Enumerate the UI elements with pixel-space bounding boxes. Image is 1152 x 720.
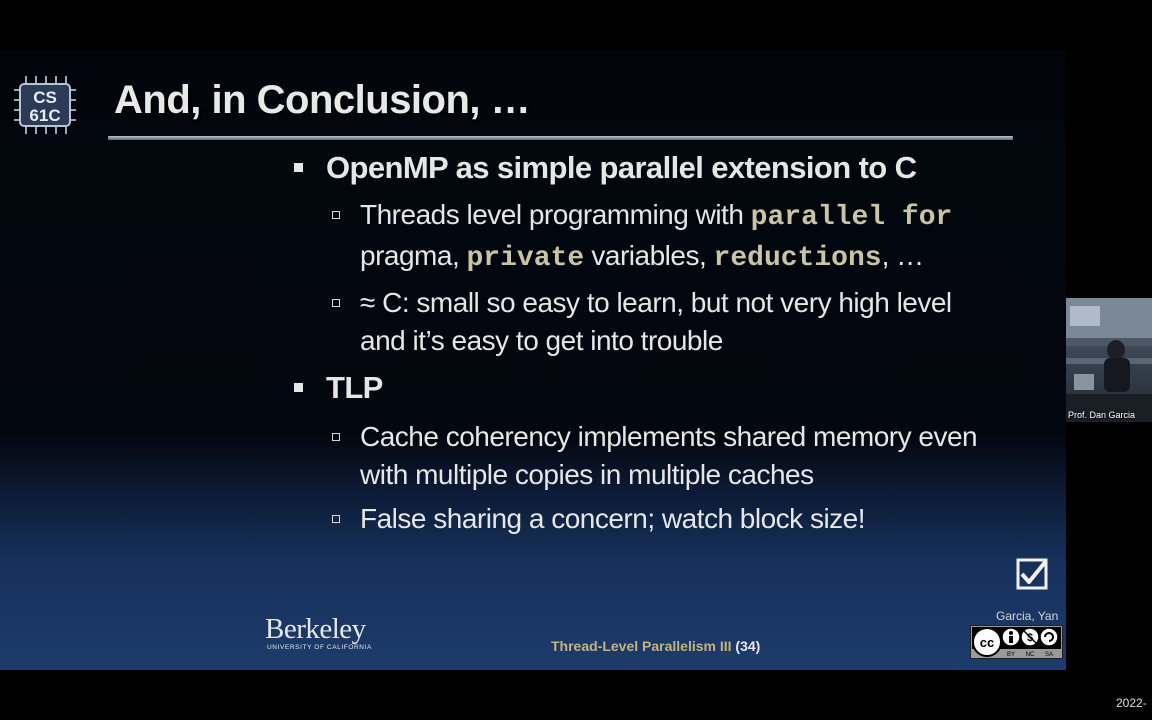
- berkeley-logo: Berkeley UNIVERSITY OF CALIFORNIA: [265, 613, 372, 652]
- logo-text-61c: 61C: [29, 106, 60, 125]
- svg-text:cc: cc: [980, 635, 994, 650]
- creative-commons-by-nc-sa-icon: cc $ BY NC SA: [970, 625, 1063, 659]
- slide-footer: Thread-Level Parallelism III (34): [551, 638, 760, 654]
- subbullet-false-sharing: False sharing a concern; watch block siz…: [330, 500, 1030, 538]
- lecture-slide: CS 61C And, in Conclusion, … OpenMP as s…: [0, 50, 1066, 670]
- square-bullet-icon: [294, 383, 303, 392]
- cc-label-by: BY: [1007, 652, 1015, 658]
- timestamp: 2022-: [1116, 696, 1147, 710]
- false-sharing-text: False sharing a concern; watch block siz…: [360, 503, 866, 534]
- slide-content: OpenMP as simple parallel extension to C…: [290, 148, 1030, 538]
- berkeley-subtitle: UNIVERSITY OF CALIFORNIA: [267, 644, 372, 651]
- webcam-name-label: Prof. Dan Garcia: [1068, 410, 1136, 420]
- berkeley-wordmark: Berkeley: [265, 613, 366, 645]
- cs61c-chip-logo: CS 61C: [14, 76, 76, 134]
- cache-coherency-text: Cache coherency implements shared memory…: [360, 421, 978, 490]
- code-parallel-for: parallel for: [750, 202, 953, 233]
- slide-authors: Garcia, Yan: [996, 609, 1059, 623]
- threads-text-1: Threads level programming with: [360, 199, 751, 230]
- webcam-inset: Prof. Dan Garcia: [1066, 298, 1152, 422]
- threads-text-2: pragma,: [360, 240, 467, 271]
- threads-text-4: , …: [881, 240, 925, 271]
- code-reductions: reductions: [713, 243, 882, 274]
- webcam-scene: [1066, 298, 1152, 422]
- slide-title: And, in Conclusion, …: [114, 78, 531, 122]
- subbullet-threads: Threads level programming with parallel …: [330, 196, 960, 278]
- hollow-square-bullet-icon: [332, 211, 340, 219]
- code-private: private: [466, 243, 585, 274]
- hollow-square-bullet-icon: [332, 433, 340, 441]
- square-bullet-icon: [294, 163, 303, 172]
- footer-slide-number: (34): [735, 638, 761, 654]
- logo-text-cs: CS: [33, 88, 57, 107]
- subbullet-cache-coherency: Cache coherency implements shared memory…: [330, 418, 1000, 494]
- threads-text-3: variables,: [584, 240, 714, 271]
- approx-c-text: ≈ C: small so easy to learn, but not ver…: [360, 287, 952, 356]
- video-frame: CS 61C And, in Conclusion, … OpenMP as s…: [0, 0, 1152, 720]
- checkbox-checked-icon: [1016, 558, 1048, 590]
- hollow-square-bullet-icon: [332, 299, 340, 307]
- bullet-openmp: OpenMP as simple parallel extension to C: [290, 148, 1030, 188]
- title-underline: [108, 136, 1013, 140]
- subbullet-approx-c: ≈ C: small so easy to learn, but not ver…: [330, 284, 980, 360]
- bullet-tlp: TLP: [290, 368, 1030, 408]
- bullet-tlp-text: TLP: [326, 370, 383, 405]
- cc-label-sa: SA: [1045, 652, 1053, 658]
- footer-lecture-title: Thread-Level Parallelism III: [551, 638, 732, 654]
- hollow-square-bullet-icon: [332, 515, 340, 523]
- bullet-openmp-text: OpenMP as simple parallel extension to C: [326, 150, 917, 185]
- cc-label-nc: NC: [1026, 652, 1035, 658]
